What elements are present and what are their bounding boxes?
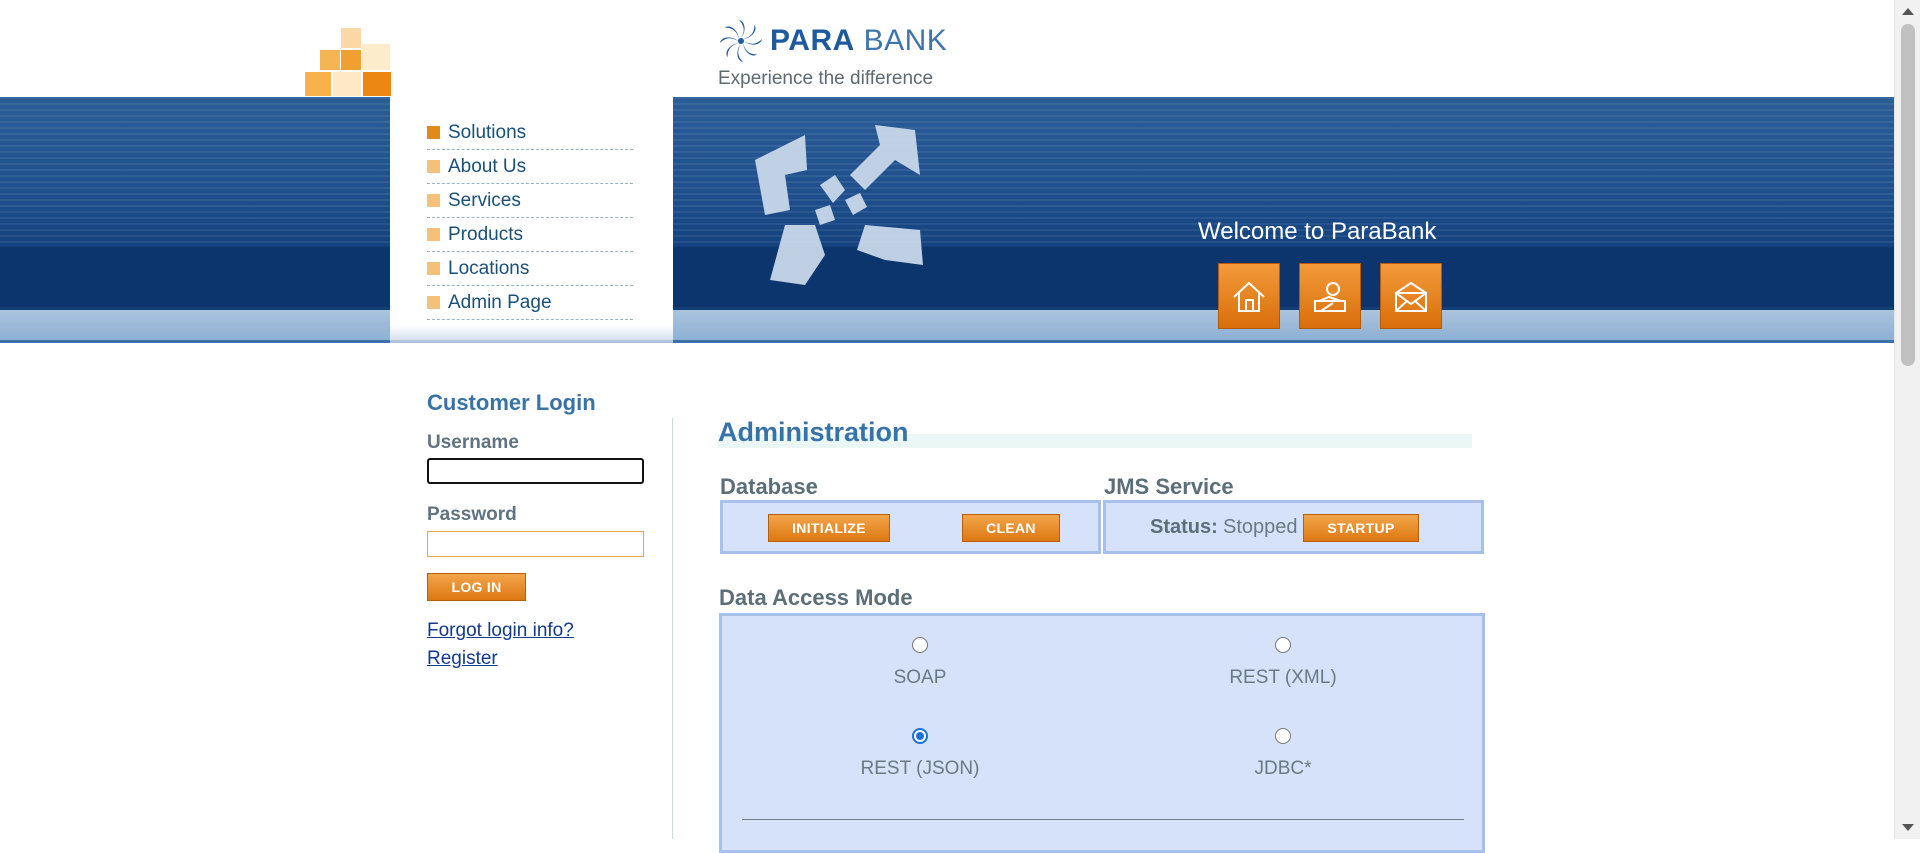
parabank-flower-icon xyxy=(720,20,762,62)
radio-rest-xml[interactable] xyxy=(1275,637,1291,653)
username-label: Username xyxy=(427,432,519,453)
menu-link-locations[interactable]: Locations xyxy=(448,258,529,280)
radio-soap[interactable] xyxy=(912,637,928,653)
data-access-mode-title: Data Access Mode xyxy=(719,585,913,610)
page-title: Administration xyxy=(718,417,909,447)
vertical-scrollbar[interactable] xyxy=(1894,0,1920,839)
slogan: Experience the difference xyxy=(718,68,934,89)
username-input[interactable] xyxy=(427,458,644,484)
jms-service-title: JMS Service xyxy=(1104,474,1234,499)
bullet-icon xyxy=(427,194,440,207)
menu-item-about-us: About Us xyxy=(427,150,633,184)
menu-link-products[interactable]: Products xyxy=(448,224,523,246)
radio-rest-json[interactable] xyxy=(912,728,928,744)
password-label: Password xyxy=(427,504,517,525)
logo-squares xyxy=(305,28,393,96)
home-button[interactable] xyxy=(1218,263,1280,329)
bullet-icon xyxy=(427,228,440,241)
main-menu: Solutions About Us Services Products Loc… xyxy=(427,116,633,320)
menu-item-products: Products xyxy=(427,218,633,252)
bullet-icon xyxy=(427,262,440,275)
menu-link-about-us[interactable]: About Us xyxy=(448,156,526,178)
radio-label-rest-xml: REST (XML) xyxy=(1229,667,1337,688)
database-title: Database xyxy=(720,474,818,499)
scroll-down-arrow-icon[interactable] xyxy=(1902,824,1914,831)
radio-label-jdbc: JDBC* xyxy=(1254,758,1312,779)
menu-link-admin-page[interactable]: Admin Page xyxy=(448,292,552,314)
brand-name-bold: PARA xyxy=(770,24,855,57)
register-link[interactable]: Register xyxy=(427,648,498,670)
clean-button[interactable]: CLEAN xyxy=(962,514,1060,542)
menu-link-services[interactable]: Services xyxy=(448,190,521,212)
menu-item-admin-page: Admin Page xyxy=(427,286,633,320)
bullet-icon xyxy=(427,296,440,309)
banner-dark-band xyxy=(0,247,1895,307)
header-banner xyxy=(0,97,1895,343)
forgot-login-link[interactable]: Forgot login info? xyxy=(427,620,574,642)
bullet-icon xyxy=(427,160,440,173)
startup-button[interactable]: STARTUP xyxy=(1303,514,1419,542)
brand-name-light: BANK xyxy=(863,24,948,57)
bullet-icon xyxy=(427,126,440,139)
menu-item-services: Services xyxy=(427,184,633,218)
email-icon xyxy=(1395,281,1427,312)
login-button[interactable]: LOG IN xyxy=(427,573,526,601)
email-button[interactable] xyxy=(1380,263,1442,329)
banner-arrows-graphic xyxy=(755,125,923,285)
status-value: Stopped xyxy=(1223,516,1298,538)
welcome-text: Welcome to ParaBank xyxy=(1198,218,1437,245)
column-divider xyxy=(672,418,673,839)
home-icon xyxy=(1233,281,1265,312)
menu-link-solutions[interactable]: Solutions xyxy=(448,122,526,144)
contact-icon xyxy=(1314,282,1346,312)
radio-label-soap: SOAP xyxy=(893,667,947,688)
status-label: Status: xyxy=(1150,516,1218,538)
contact-button[interactable] xyxy=(1299,263,1361,329)
brand-logo[interactable]: PARA BANK xyxy=(718,17,947,65)
scroll-up-arrow-icon[interactable] xyxy=(1902,8,1914,15)
banner-bottom-line xyxy=(0,340,1895,343)
radio-jdbc[interactable] xyxy=(1275,728,1291,744)
initialize-button[interactable]: INITIALIZE xyxy=(768,514,890,542)
customer-login-title: Customer Login xyxy=(427,390,596,415)
data-access-panel xyxy=(719,613,1485,853)
password-input[interactable] xyxy=(427,531,644,557)
menu-item-solutions: Solutions xyxy=(427,116,633,150)
radio-label-rest-json: REST (JSON) xyxy=(860,758,980,779)
banner-light-band xyxy=(0,310,1895,340)
section-divider xyxy=(742,819,1464,820)
brand-name: PARA BANK xyxy=(770,24,947,58)
menu-item-locations: Locations xyxy=(427,252,633,286)
scroll-thumb[interactable] xyxy=(1901,24,1915,366)
